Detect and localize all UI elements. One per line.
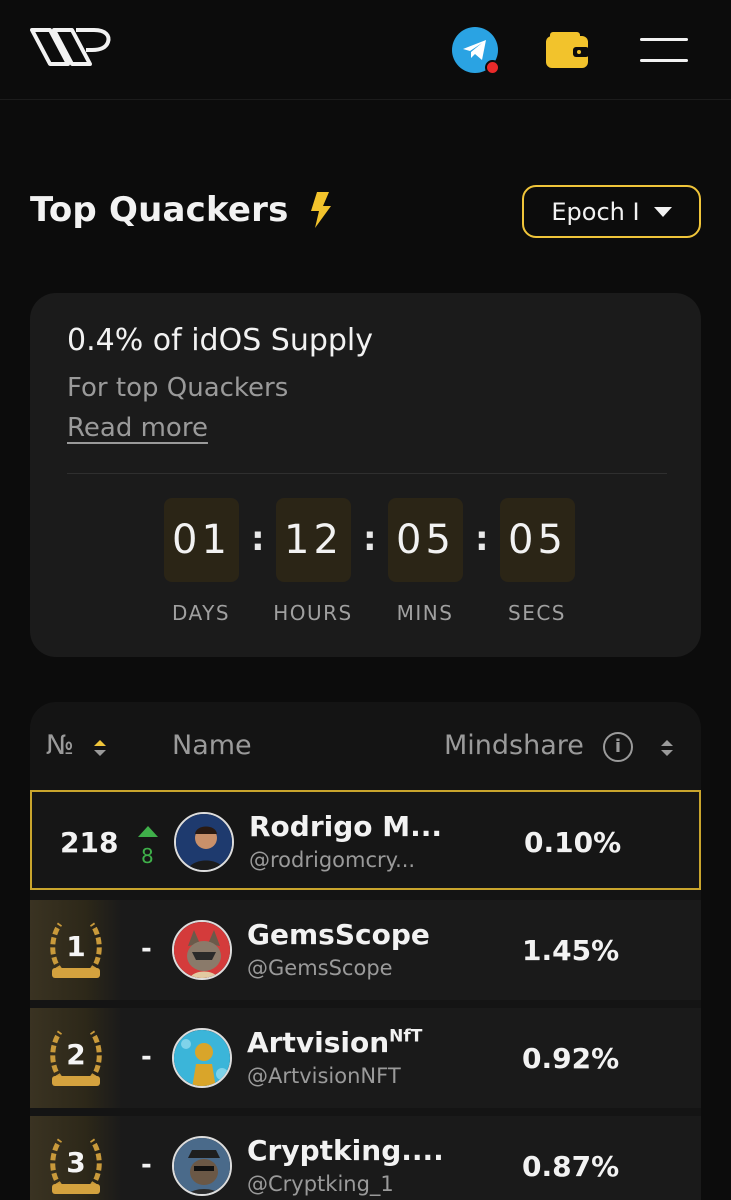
hamburger-menu-icon[interactable]: [640, 38, 688, 64]
countdown-secs: 05: [500, 498, 575, 582]
countdown-mins: 05: [388, 498, 463, 582]
laurel-medal-icon: 1: [30, 900, 122, 1000]
telegram-button[interactable]: [452, 27, 500, 75]
table-header: № Name Mindshare i: [30, 702, 701, 789]
reward-subtitle: For top Quackers: [67, 373, 289, 403]
brand-logo-icon[interactable]: [28, 20, 114, 70]
countdown-separator: :: [475, 519, 489, 559]
notification-dot: [485, 60, 500, 75]
laurel-medal-icon: 3: [30, 1116, 122, 1200]
table-row[interactable]: 3 - Cryptking.... @Cryptking_1 0.87%: [30, 1116, 701, 1200]
rank-column-header[interactable]: №: [46, 730, 74, 761]
user-name: GemsScope: [247, 918, 430, 951]
rank-up-arrow-icon: [138, 826, 158, 837]
user-handle: @rodrigomcry...: [249, 848, 416, 872]
mindshare-value: 0.87%: [522, 1150, 620, 1183]
page-title: Top Quackers: [30, 190, 333, 230]
rank-change: -: [141, 934, 152, 964]
countdown-secs-label: SECS: [508, 601, 566, 625]
laurel-medal-icon: 2: [30, 1008, 122, 1108]
card-divider: [67, 473, 667, 474]
rank-value: 218: [60, 826, 119, 859]
page-title-text: Top Quackers: [30, 190, 289, 230]
user-name: Rodrigo M...: [249, 810, 443, 843]
lightning-bolt-icon: [310, 192, 331, 228]
epoch-dropdown[interactable]: Epoch I: [522, 185, 701, 238]
avatar[interactable]: [172, 1028, 232, 1088]
sort-icon[interactable]: [660, 738, 674, 758]
user-handle: @Cryptking_1: [247, 1172, 394, 1196]
countdown-separator: :: [363, 519, 377, 559]
avatar[interactable]: [172, 920, 232, 980]
table-row-current-user[interactable]: 218 8 Rodrigo M... @rodrigomcry... 0.10%: [30, 790, 701, 890]
rank-change: -: [141, 1042, 152, 1072]
user-name: Cryptking....: [247, 1134, 444, 1167]
countdown-days-label: DAYS: [171, 601, 231, 625]
leaderboard-table: № Name Mindshare i 218 8 Rodrigo M... @r…: [30, 702, 701, 1200]
rank-change: -: [141, 1150, 152, 1180]
countdown-hours-label: HOURS: [273, 601, 353, 625]
mindshare-value: 0.10%: [524, 826, 622, 859]
rank-value: 3: [66, 1146, 86, 1179]
read-more-link[interactable]: Read more: [67, 413, 208, 443]
rank-value: 2: [66, 1038, 86, 1071]
mindshare-value: 0.92%: [522, 1042, 620, 1075]
user-name: ArtvisionNfT: [247, 1026, 422, 1059]
countdown-days: 01: [164, 498, 239, 582]
mindshare-column-header[interactable]: Mindshare: [444, 730, 584, 761]
table-row[interactable]: 2 - ArtvisionNfT @ArtvisionNFT 0.92%: [30, 1008, 701, 1108]
avatar[interactable]: [172, 1136, 232, 1196]
countdown-mins-label: MINS: [396, 601, 454, 625]
table-row[interactable]: 1 - GemsScope @GemsScope 1.45%: [30, 900, 701, 1000]
telegram-icon: [463, 40, 486, 60]
reward-headline: 0.4% of idOS Supply: [67, 323, 374, 358]
avatar[interactable]: [174, 812, 234, 872]
wallet-icon[interactable]: [545, 31, 589, 69]
user-name-superscript: NfT: [389, 1026, 423, 1047]
epoch-label: Epoch I: [551, 197, 640, 226]
sort-icon[interactable]: [93, 738, 107, 758]
reward-card: 0.4% of idOS Supply For top Quackers Rea…: [30, 293, 701, 657]
info-icon[interactable]: i: [603, 732, 633, 762]
rank-value: 1: [66, 930, 86, 963]
user-handle: @GemsScope: [247, 956, 393, 980]
chevron-down-icon: [653, 206, 672, 217]
user-handle: @ArtvisionNFT: [247, 1064, 401, 1088]
countdown-hours: 12: [276, 498, 351, 582]
rank-change: 8: [141, 844, 154, 868]
mindshare-value: 1.45%: [522, 934, 620, 967]
top-bar: [0, 0, 731, 100]
user-name-text: Artvision: [247, 1026, 390, 1059]
name-column-header[interactable]: Name: [172, 730, 252, 761]
countdown-separator: :: [251, 519, 265, 559]
